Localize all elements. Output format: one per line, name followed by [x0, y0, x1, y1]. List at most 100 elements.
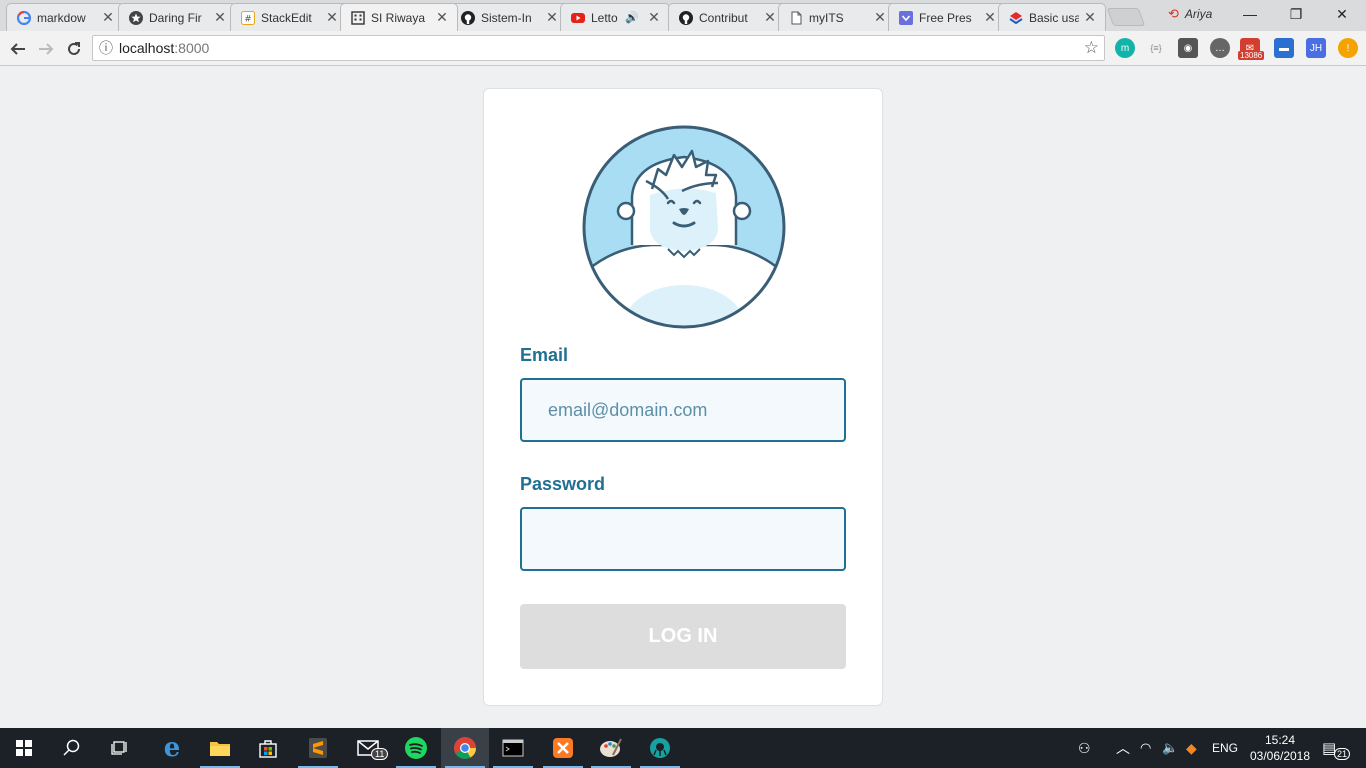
store-taskbar-button[interactable]	[244, 728, 292, 768]
tab-sistem-informasi[interactable]: Sistem-In ✕	[450, 3, 568, 31]
tab-title: SI Riwaya	[371, 10, 426, 25]
login-card: Email Password LOG IN	[483, 88, 883, 706]
sublime-text-icon	[309, 738, 327, 758]
url-host: localhost	[119, 40, 175, 56]
close-icon: ✕	[1336, 5, 1348, 22]
folder-icon	[210, 742, 230, 756]
tab-title: Contribut	[699, 10, 748, 25]
bookmark-star-icon[interactable]: ☆	[1084, 38, 1099, 58]
extension-blue-icon[interactable]: ▬	[1274, 38, 1294, 58]
new-tab-button[interactable]	[1106, 8, 1146, 26]
tray-overflow-button[interactable]: ︿	[1116, 728, 1130, 768]
task-view-button[interactable]	[96, 728, 144, 768]
forward-arrow-icon	[39, 43, 54, 55]
tab-title: Basic usa	[1029, 10, 1079, 25]
close-window-button[interactable]: ✕	[1319, 0, 1365, 28]
tab-title: StackEdit	[261, 10, 312, 25]
info-icon[interactable]: ⓘ	[93, 38, 119, 58]
building-icon	[351, 10, 365, 25]
tab-letto[interactable]: Letto 🔊 ✕	[560, 3, 670, 31]
tab-free-presentation[interactable]: Free Pres ✕	[888, 3, 1006, 31]
notification-count: 21	[1334, 748, 1351, 760]
chevron-up-icon: ︿	[1116, 740, 1130, 756]
extension-jh-icon[interactable]: JH	[1306, 38, 1326, 58]
back-button[interactable]	[6, 37, 30, 61]
tab-contributing[interactable]: Contribut ✕	[668, 3, 786, 31]
tab-basic-usage[interactable]: Basic usa ✕	[998, 3, 1106, 31]
tab-markdown[interactable]: markdow ✕	[6, 3, 124, 31]
tab-close-icon[interactable]: ✕	[101, 9, 115, 26]
edge-taskbar-button[interactable]: e	[148, 728, 196, 768]
tab-si-riwayat[interactable]: SI Riwaya ✕	[340, 3, 458, 31]
tab-daring-fireball[interactable]: Daring Fir ✕	[118, 3, 236, 31]
profile-name: Ariya	[1184, 7, 1213, 21]
email-input[interactable]	[520, 378, 846, 442]
volume-button[interactable]: 🔈	[1162, 728, 1178, 768]
svg-text:#: #	[244, 14, 252, 24]
url-port: :8000	[174, 40, 210, 56]
tab-title: Free Pres	[919, 10, 972, 25]
tab-close-icon[interactable]: ✕	[545, 9, 559, 26]
windows-logo-icon	[16, 740, 32, 756]
tab-myits[interactable]: myITS ✕	[778, 3, 896, 31]
update-alert-icon[interactable]: !	[1338, 38, 1358, 58]
tab-close-icon[interactable]: ✕	[873, 9, 887, 26]
spotify-taskbar-button[interactable]	[392, 728, 440, 768]
mail-taskbar-button[interactable]: 11	[344, 728, 392, 768]
tab-close-icon[interactable]: ✕	[435, 9, 449, 26]
language-label: ENG	[1212, 741, 1239, 755]
extension-json-icon[interactable]: {≡}	[1146, 38, 1166, 58]
github-icon	[679, 10, 693, 25]
google-icon	[17, 10, 31, 25]
people-icon: ⚇	[1078, 739, 1091, 756]
password-input[interactable]	[520, 507, 846, 571]
minimize-button[interactable]: —	[1227, 0, 1273, 28]
login-button[interactable]: LOG IN	[520, 604, 846, 669]
store-bag-icon	[259, 740, 277, 758]
profile-button[interactable]: ⟲ Ariya	[1168, 6, 1212, 22]
tab-title: Letto	[591, 10, 618, 25]
xampp-taskbar-button[interactable]	[539, 728, 587, 768]
gmail-badge: 13086	[1238, 51, 1265, 60]
reload-button[interactable]	[62, 37, 86, 61]
restore-icon: ❐	[1289, 5, 1303, 22]
tab-close-icon[interactable]: ✕	[325, 9, 339, 26]
language-button[interactable]: ENG	[1212, 728, 1238, 768]
clock[interactable]: 15:24 03/06/2018	[1245, 732, 1315, 764]
tab-close-icon[interactable]: ✕	[763, 9, 777, 26]
extension-camera-icon[interactable]: ◉	[1178, 38, 1198, 58]
forward-button[interactable]	[34, 37, 58, 61]
tab-close-icon[interactable]: ✕	[213, 9, 227, 26]
extension-chat-icon[interactable]: …	[1210, 38, 1230, 58]
tab-title: markdow	[37, 10, 86, 25]
metamask-tray-button[interactable]: ◆	[1186, 728, 1197, 768]
reload-icon	[68, 42, 80, 55]
tab-title: Sistem-In	[481, 10, 532, 25]
star-icon	[129, 10, 143, 25]
action-center-button[interactable]: ▤ 21	[1322, 728, 1351, 768]
minimize-icon: —	[1243, 6, 1257, 22]
tab-close-icon[interactable]: ✕	[647, 9, 661, 26]
sublime-taskbar-button[interactable]	[294, 728, 342, 768]
people-button[interactable]: ⚇	[1078, 728, 1091, 768]
tab-close-icon[interactable]: ✕	[1083, 9, 1097, 26]
tab-close-icon[interactable]: ✕	[983, 9, 997, 26]
mail-badge: 11	[371, 748, 389, 760]
restore-button[interactable]: ❐	[1273, 0, 1319, 28]
chrome-taskbar-button[interactable]	[441, 728, 489, 768]
cmd-taskbar-button[interactable]	[489, 728, 537, 768]
spotify-icon	[405, 737, 427, 759]
tab-stackedit[interactable]: # StackEdit ✕	[230, 3, 348, 31]
extension-m-icon[interactable]: m	[1115, 38, 1135, 58]
paint-taskbar-button[interactable]	[587, 728, 635, 768]
back-arrow-icon	[10, 43, 25, 55]
start-button[interactable]	[0, 728, 48, 768]
gitkraken-taskbar-button[interactable]	[636, 728, 684, 768]
fox-icon: ◆	[1186, 739, 1197, 756]
file-explorer-taskbar-button[interactable]	[196, 728, 244, 768]
search-button[interactable]	[48, 728, 96, 768]
speaker-icon[interactable]: 🔊	[625, 11, 639, 24]
wifi-button[interactable]: ◠	[1140, 728, 1151, 768]
address-bar[interactable]: ⓘ localhost:8000 ☆	[92, 35, 1105, 61]
search-icon	[63, 739, 80, 756]
